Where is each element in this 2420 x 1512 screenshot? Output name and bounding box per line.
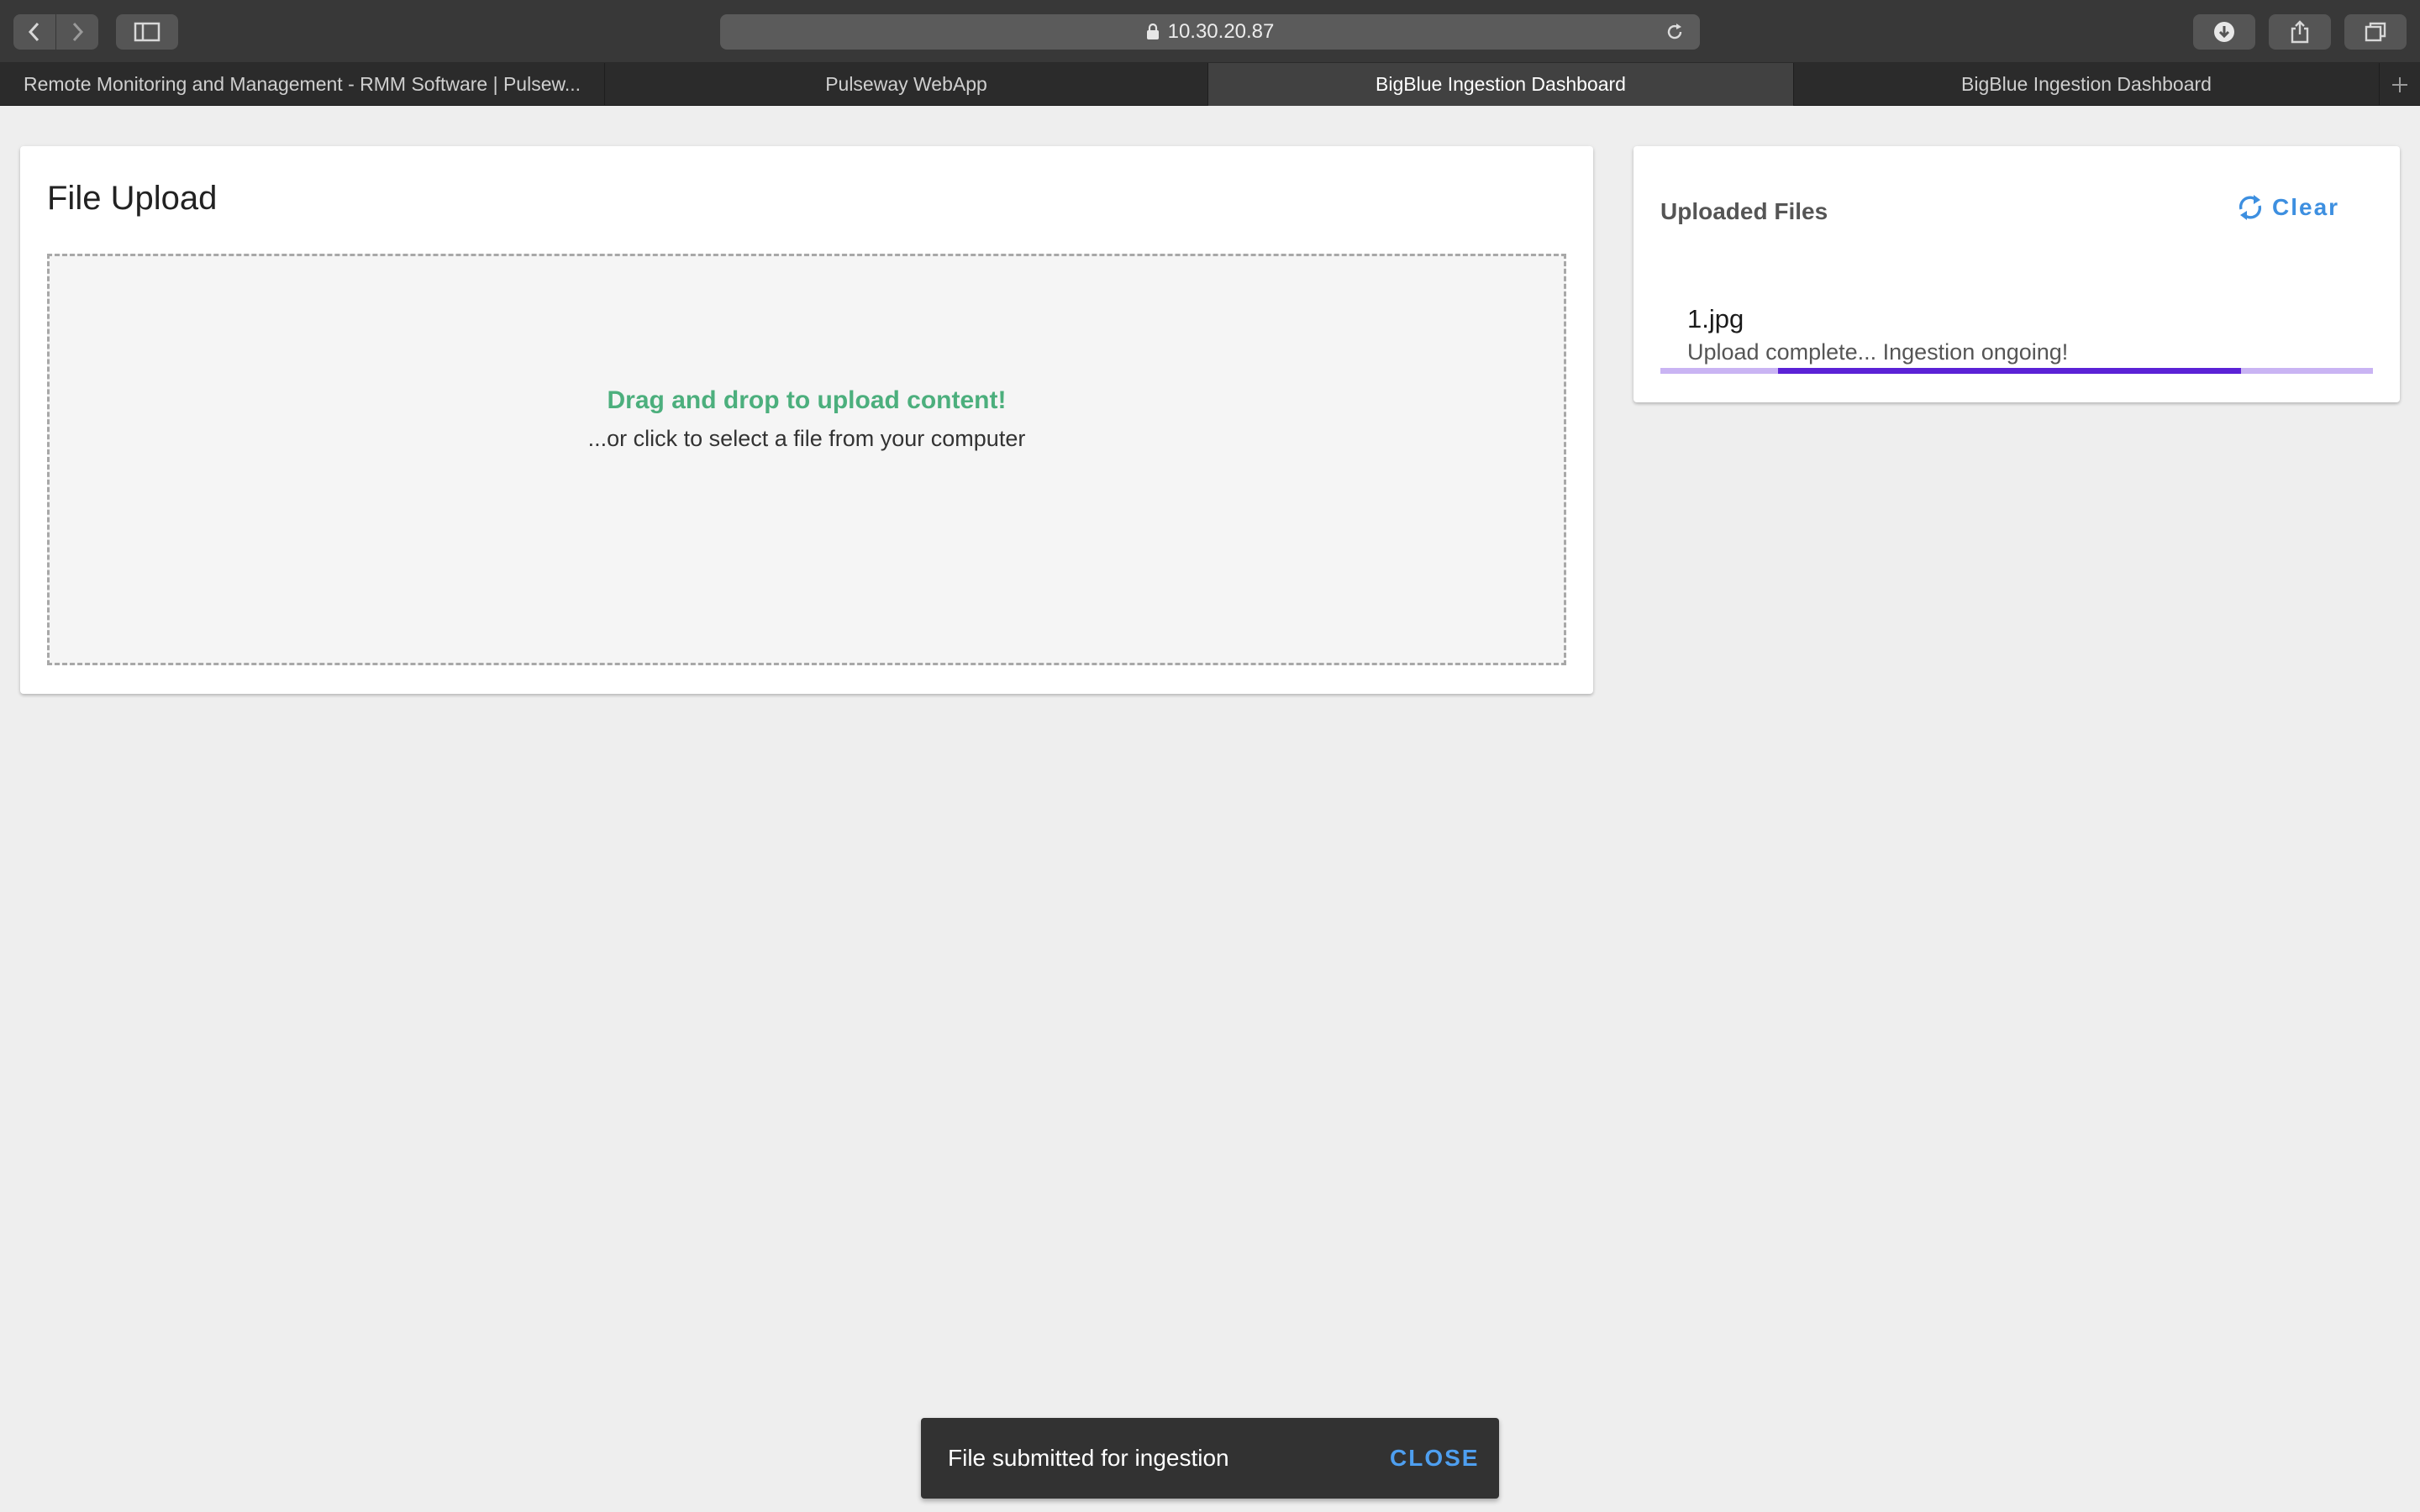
page-title: File Upload	[47, 180, 218, 217]
file-dropzone[interactable]: Drag and drop to upload content! ...or c…	[47, 254, 1566, 665]
new-tab-button[interactable]	[2380, 63, 2420, 106]
progress-track	[1660, 368, 2373, 374]
tab-bar: Remote Monitoring and Management - RMM S…	[0, 63, 2420, 106]
browser-toolbar: 10.30.20.87	[0, 0, 2420, 63]
forward-button[interactable]	[56, 14, 98, 50]
sidebar-icon	[134, 22, 160, 42]
address-bar[interactable]: 10.30.20.87	[720, 14, 1700, 50]
url-text: 10.30.20.87	[1167, 20, 1275, 43]
file-status: Upload complete... Ingestion ongoing!	[1687, 339, 2069, 365]
file-name: 1.jpg	[1687, 304, 1744, 333]
tab-label: Remote Monitoring and Management - RMM S…	[23, 73, 581, 95]
tab-bigblue-dashboard[interactable]: BigBlue Ingestion Dashboard	[1794, 63, 2380, 106]
tab-label: BigBlue Ingestion Dashboard	[1961, 73, 2212, 95]
back-button[interactable]	[13, 14, 55, 50]
snackbar-close-button[interactable]: CLOSE	[1390, 1445, 1479, 1472]
tab-label: Pulseway WebApp	[825, 73, 987, 95]
snackbar: File submitted for ingestion CLOSE	[921, 1418, 1499, 1499]
clear-label: Clear	[2272, 194, 2340, 220]
tab-overview-icon	[2365, 22, 2386, 42]
dropzone-heading: Drag and drop to upload content!	[607, 386, 1007, 414]
chevron-right-icon	[72, 22, 84, 42]
dropzone-hint: ...or click to select a file from your c…	[587, 426, 1026, 451]
share-icon	[2291, 20, 2309, 44]
sidebar-toggle-button[interactable]	[116, 14, 178, 50]
downloads-button[interactable]	[2193, 14, 2255, 50]
snackbar-message: File submitted for ingestion	[948, 1445, 1229, 1471]
uploaded-files-card: Uploaded Files Clear 1.jpg Upload comple…	[1634, 146, 2400, 402]
tab-overview-button[interactable]	[2344, 14, 2407, 50]
lock-icon	[1146, 24, 1159, 39]
tab-label: BigBlue Ingestion Dashboard	[1376, 73, 1626, 95]
file-upload-card: File Upload Drag and drop to upload cont…	[20, 146, 1593, 694]
tab-rmm-software[interactable]: Remote Monitoring and Management - RMM S…	[0, 63, 605, 106]
clear-button[interactable]: Clear	[2235, 188, 2361, 227]
share-button[interactable]	[2269, 14, 2331, 50]
download-icon	[2214, 22, 2234, 42]
uploaded-files-title: Uploaded Files	[1660, 198, 1828, 224]
plus-icon	[2392, 76, 2407, 92]
tab-pulseway-webapp[interactable]: Pulseway WebApp	[605, 63, 1208, 106]
reload-icon[interactable]	[1665, 22, 1685, 42]
tab-bigblue-dashboard-active[interactable]: BigBlue Ingestion Dashboard	[1208, 63, 1794, 106]
refresh-icon	[2238, 195, 2262, 220]
chevron-left-icon	[28, 22, 39, 42]
progress-bar	[1778, 368, 2242, 374]
